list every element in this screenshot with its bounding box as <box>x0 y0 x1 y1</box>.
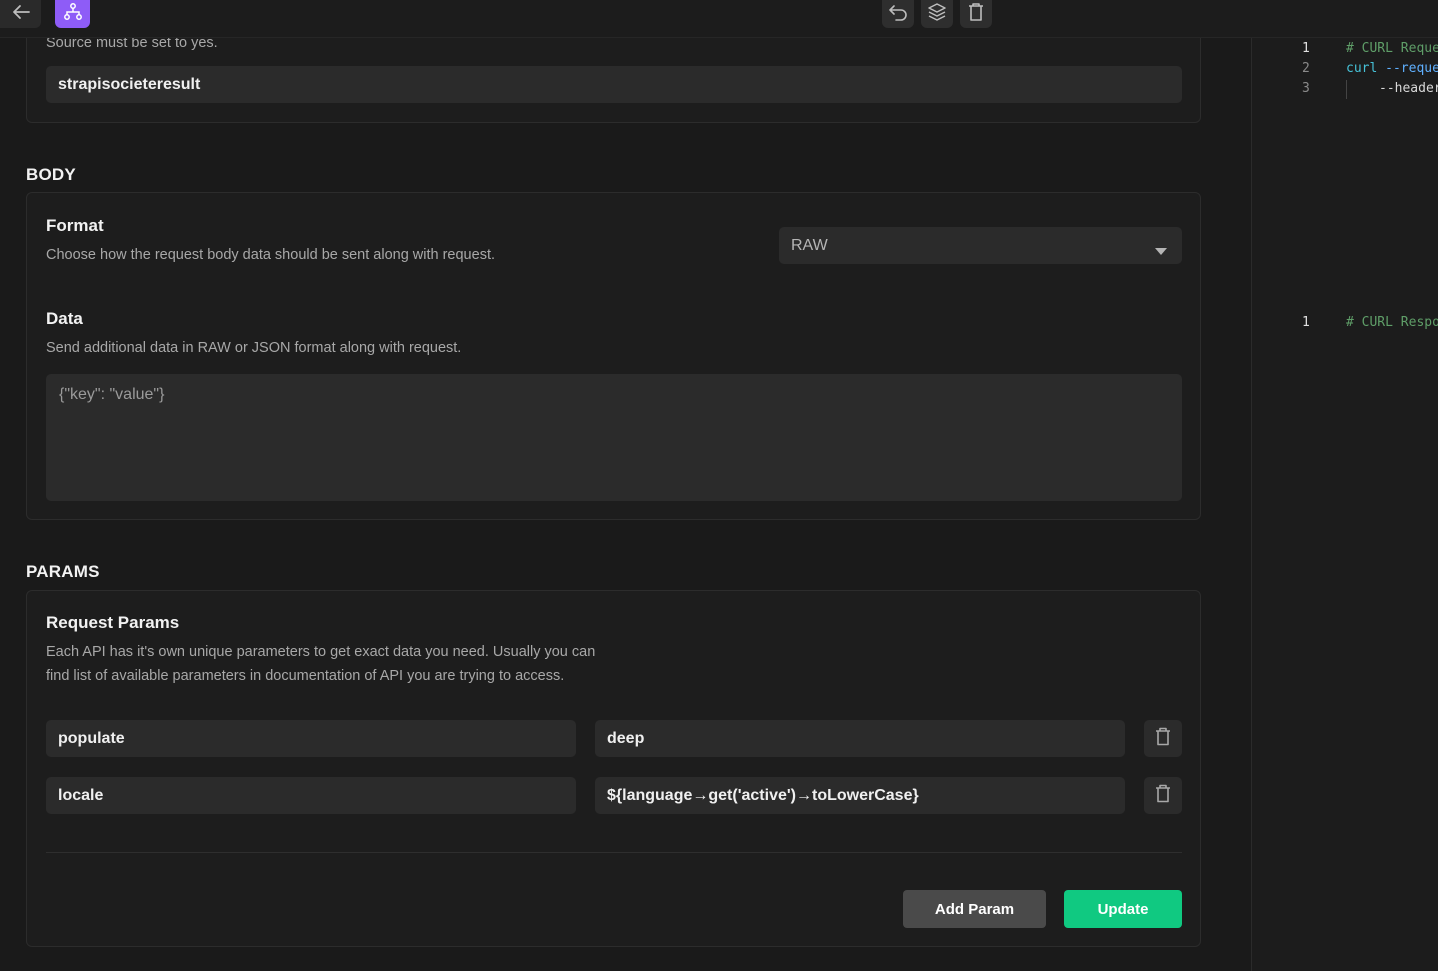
format-selected-value: RAW <box>791 236 828 254</box>
trash-icon <box>967 2 985 27</box>
data-textarea[interactable]: {"key": "value"} <box>46 374 1182 501</box>
source-description: Source must be set to yes. <box>46 38 218 51</box>
delete-param-button[interactable] <box>1144 777 1182 814</box>
update-button[interactable]: Update <box>1064 890 1182 928</box>
request-params-title: Request Params <box>46 613 180 632</box>
line-number: 3 <box>1302 81 1310 96</box>
param-key-input[interactable]: locale <box>46 777 576 814</box>
indent-guide <box>1346 80 1347 99</box>
format-title: Format <box>46 216 104 235</box>
delete-param-button[interactable] <box>1144 720 1182 757</box>
format-select[interactable]: RAW <box>779 227 1182 264</box>
body-section-heading: BODY <box>26 165 76 184</box>
arrow-left-icon <box>11 4 31 25</box>
line-number: 1 <box>1302 41 1310 56</box>
curl-keyword: curl <box>1346 61 1378 76</box>
curl-flag: --reque <box>1385 61 1438 76</box>
layers-icon <box>927 2 947 27</box>
delete-button[interactable] <box>960 0 992 28</box>
line-number: 1 <box>1302 315 1310 330</box>
data-title: Data <box>46 309 83 328</box>
undo-icon <box>888 3 908 26</box>
request-comment-line: # CURL Reque <box>1346 41 1438 56</box>
line-number: 2 <box>1302 61 1310 76</box>
param-value-input[interactable]: deep <box>595 720 1125 757</box>
source-name-input[interactable]: strapisocieteresult <box>46 66 1182 103</box>
divider <box>46 852 1182 853</box>
workflow-logo-button[interactable] <box>55 0 90 28</box>
request-params-description-line1: Each API has it's own unique parameters … <box>46 644 596 660</box>
param-value-input[interactable]: ${language→get('active')→toLowerCase} <box>595 777 1125 814</box>
request-curl-line: curl --reque <box>1346 61 1438 76</box>
data-description: Send additional data in RAW or JSON form… <box>46 340 462 356</box>
data-textarea-placeholder: {"key": "value"} <box>59 386 165 403</box>
code-preview-panel: 1 # CURL Reque 2 curl --reque 3 --header… <box>1251 38 1438 971</box>
layers-button[interactable] <box>921 0 953 28</box>
undo-button[interactable] <box>882 0 914 28</box>
caret-down-icon <box>1155 242 1167 260</box>
add-param-button[interactable]: Add Param <box>903 890 1046 928</box>
request-header-line: --header <box>1379 81 1438 96</box>
workflow-icon <box>63 2 83 27</box>
request-params-description-line2: find list of available parameters in doc… <box>46 668 565 684</box>
trash-icon <box>1155 727 1171 751</box>
trash-icon <box>1155 784 1171 808</box>
top-toolbar <box>0 0 1438 38</box>
params-section-heading: PARAMS <box>26 562 100 581</box>
format-description: Choose how the request body data should … <box>46 247 495 263</box>
response-comment-line: # CURL Respo <box>1346 315 1438 330</box>
param-key-input[interactable]: populate <box>46 720 576 757</box>
main-content: Source must be set to yes. strapisociete… <box>0 38 1251 971</box>
back-button[interactable] <box>0 0 41 28</box>
